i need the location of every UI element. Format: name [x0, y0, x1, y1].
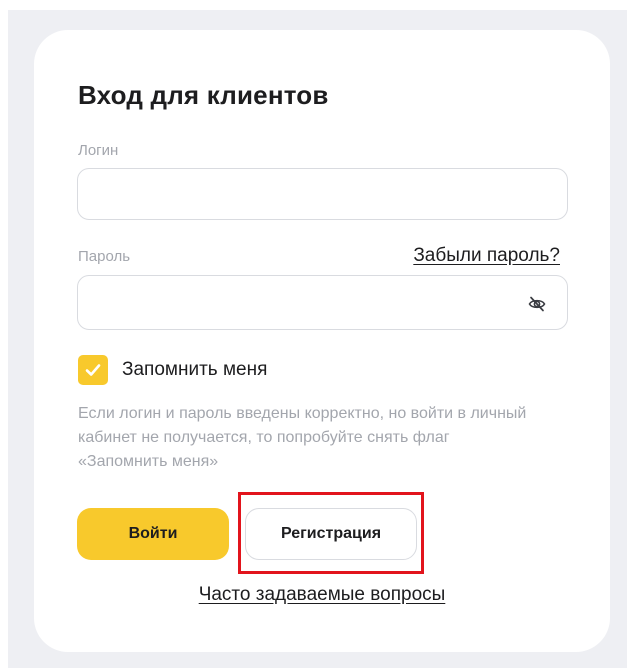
register-button[interactable]: Регистрация [245, 508, 417, 560]
remember-me-checkbox[interactable]: Запомнить меня [78, 355, 267, 385]
checkmark-icon[interactable] [78, 355, 108, 385]
remember-me-label: Запомнить меня [122, 359, 268, 380]
login-button[interactable]: Войти [77, 508, 229, 560]
password-label: Пароль [78, 248, 131, 265]
faq-link[interactable]: Часто задаваемые вопросы [34, 584, 610, 606]
login-field-wrapper [77, 168, 568, 220]
login-title: Вход для клиентов [78, 80, 329, 110]
login-label: Логин [78, 142, 119, 159]
login-input[interactable] [78, 169, 567, 219]
password-field-wrapper [77, 275, 568, 330]
login-card: Вход для клиентов Логин Пароль Забыли па… [34, 30, 610, 652]
login-hint-text: Если логин и пароль введены корректно, н… [78, 405, 527, 470]
password-input[interactable] [78, 276, 567, 329]
eye-off-icon[interactable] [527, 294, 547, 314]
forgot-password-link[interactable]: Забыли пароль? [413, 245, 560, 267]
